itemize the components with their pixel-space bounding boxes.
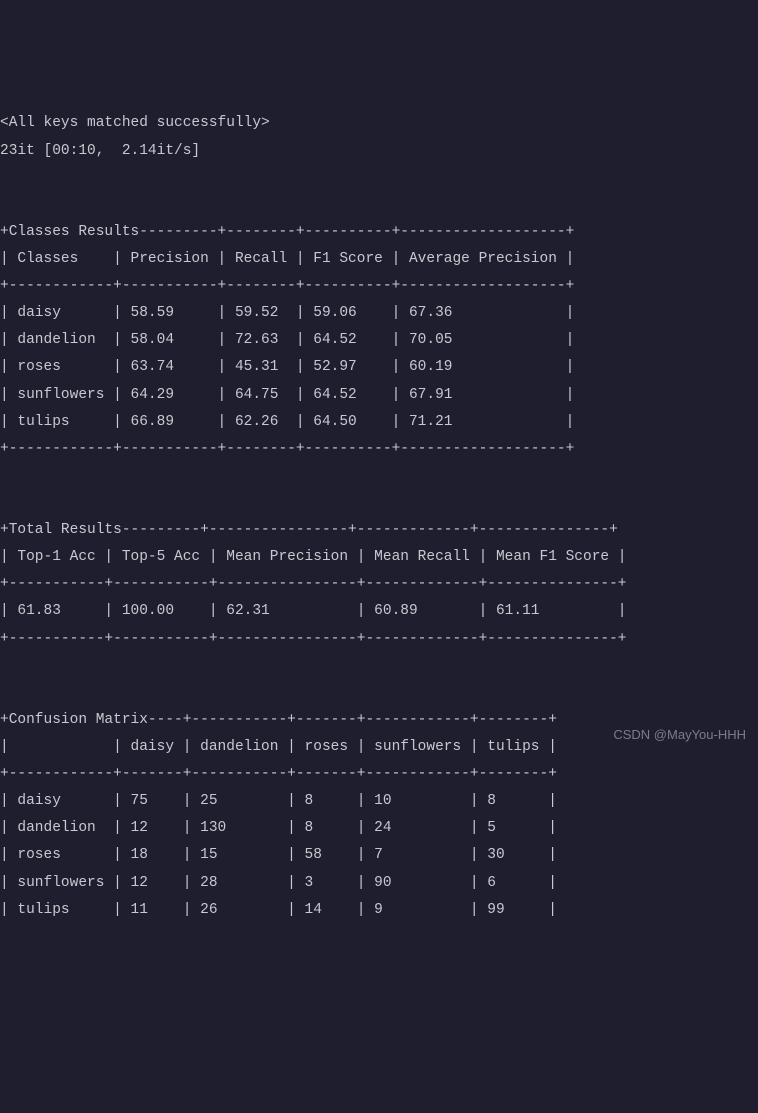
confusion-row: | daisy | 75 | 25 | 8 | 10 | 8 | [0, 793, 557, 809]
classes-row: | dandelion | 58.04 | 72.63 | 64.52 | 70… [0, 332, 574, 348]
confusion-row: | tulips | 11 | 26 | 14 | 9 | 99 | [0, 902, 557, 918]
confusion-row: | roses | 18 | 15 | 58 | 7 | 30 | [0, 847, 557, 863]
classes-row: | roses | 63.74 | 45.31 | 52.97 | 60.19 … [0, 359, 574, 375]
classes-sep: +------------+-----------+--------+-----… [0, 278, 574, 294]
classes-row: | tulips | 66.89 | 62.26 | 64.50 | 71.21… [0, 414, 574, 430]
total-sep: +-----------+-----------+---------------… [0, 576, 627, 592]
classes-row: | sunflowers | 64.29 | 64.75 | 64.52 | 6… [0, 387, 574, 403]
total-top-sep: +Total Results---------+----------------… [0, 522, 618, 538]
total-row: | 61.83 | 100.00 | 62.31 | 60.89 | 61.11… [0, 603, 627, 619]
classes-top-sep: +Classes Results---------+--------+-----… [0, 224, 574, 240]
confusion-top-sep: +Confusion Matrix----+-----------+------… [0, 712, 557, 728]
terminal-output: <All keys matched successfully> 23it [00… [0, 110, 758, 923]
classes-header-row: | Classes | Precision | Recall | F1 Scor… [0, 251, 574, 267]
classes-row: | daisy | 58.59 | 59.52 | 59.06 | 67.36 … [0, 305, 574, 321]
confusion-row: | dandelion | 12 | 130 | 8 | 24 | 5 | [0, 820, 557, 836]
confusion-sep: +------------+-------+-----------+------… [0, 766, 557, 782]
watermark: CSDN @MayYou-HHH [613, 723, 746, 747]
total-bottom-sep: +-----------+-----------+---------------… [0, 631, 627, 647]
total-header-row: | Top-1 Acc | Top-5 Acc | Mean Precision… [0, 549, 627, 565]
confusion-row: | sunflowers | 12 | 28 | 3 | 90 | 6 | [0, 875, 557, 891]
classes-bottom-sep: +------------+-----------+--------+-----… [0, 441, 574, 457]
keys-matched-line: <All keys matched successfully> [0, 115, 270, 131]
progress-line: 23it [00:10, 2.14it/s] [0, 143, 200, 159]
